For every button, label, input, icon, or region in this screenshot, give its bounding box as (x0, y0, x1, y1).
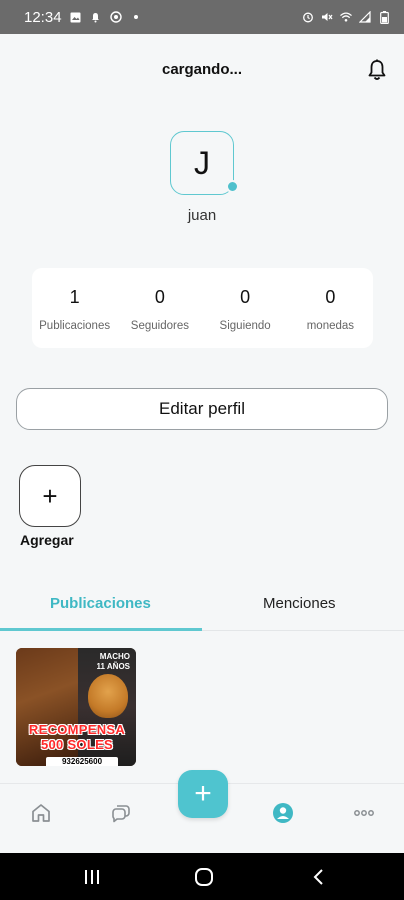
bell-icon[interactable] (366, 58, 388, 82)
post-badge-line1: MACHO (99, 652, 130, 661)
stat-label: Publicaciones (39, 320, 111, 332)
top-bar: cargando... (0, 34, 404, 106)
stat-publicaciones[interactable]: 1 Publicaciones (32, 268, 117, 348)
chat-icon[interactable] (109, 801, 133, 825)
whatsapp-icon (109, 11, 122, 23)
online-status-dot (226, 180, 239, 193)
signal-icon (359, 11, 371, 23)
post-image-dog (88, 674, 128, 718)
post-reward-line2: 500 SOLES (40, 737, 114, 752)
post-badge: MACHO 11 AÑOS (97, 652, 131, 672)
recents-icon[interactable] (82, 867, 102, 887)
tab-publicaciones[interactable]: Publicaciones (50, 595, 151, 612)
post-reward-line1: RECOMPENSA (28, 722, 126, 737)
tab-menciones[interactable]: Menciones (263, 595, 336, 612)
more-icon[interactable] (352, 801, 376, 825)
avatar-letter: J (194, 144, 210, 181)
edit-profile-button[interactable]: Editar perfil (16, 388, 388, 430)
back-icon[interactable] (310, 867, 326, 887)
notification-icon (90, 11, 102, 23)
stat-seguidores[interactable]: 0 Seguidores (117, 268, 202, 348)
post-thumbnail[interactable]: MACHO 11 AÑOS RECOMPENSA 500 SOLES 93262… (16, 648, 136, 766)
avatar[interactable]: J (170, 131, 239, 195)
stat-value: 0 (154, 287, 165, 307)
profile-tabs: Publicaciones Menciones (0, 582, 404, 631)
bottom-nav: + (0, 770, 404, 853)
add-story-button[interactable]: + (19, 465, 81, 527)
post-badge-line2: 11 AÑOS (96, 662, 131, 671)
username: juan (187, 207, 217, 224)
home-icon[interactable] (29, 801, 53, 825)
active-tab-indicator (0, 628, 202, 631)
page-title: cargando... (161, 61, 243, 78)
status-bar: 12:34 (0, 0, 404, 34)
profile-icon[interactable] (271, 801, 295, 825)
stat-label: Seguidores (130, 320, 189, 332)
stat-label: monedas (306, 320, 355, 332)
mute-icon (321, 11, 333, 23)
stat-monedas[interactable]: 0 monedas (288, 268, 373, 348)
dot-icon (130, 11, 142, 23)
post-reward-text: RECOMPENSA 500 SOLES (22, 722, 132, 752)
stat-value: 1 (69, 287, 80, 307)
battery-icon (378, 10, 390, 24)
stats-card: 1 Publicaciones 0 Seguidores 0 Siguiendo… (32, 268, 373, 348)
stat-value: 0 (240, 287, 251, 307)
post-phone: 932625600 (46, 757, 118, 766)
stat-value: 0 (325, 287, 336, 307)
add-story-label: Agregar (20, 532, 74, 548)
add-icon: + (194, 777, 212, 810)
status-time: 12:34 (24, 8, 62, 26)
stat-siguiendo[interactable]: 0 Siguiendo (203, 268, 288, 348)
stat-label: Siguiendo (219, 320, 271, 332)
alarm-icon (302, 11, 314, 23)
system-nav-bar (0, 853, 404, 900)
image-icon (70, 11, 82, 23)
create-post-button[interactable]: + (178, 770, 228, 818)
plus-icon: + (42, 480, 58, 511)
system-home-icon[interactable] (193, 867, 215, 887)
wifi-icon (340, 11, 352, 23)
